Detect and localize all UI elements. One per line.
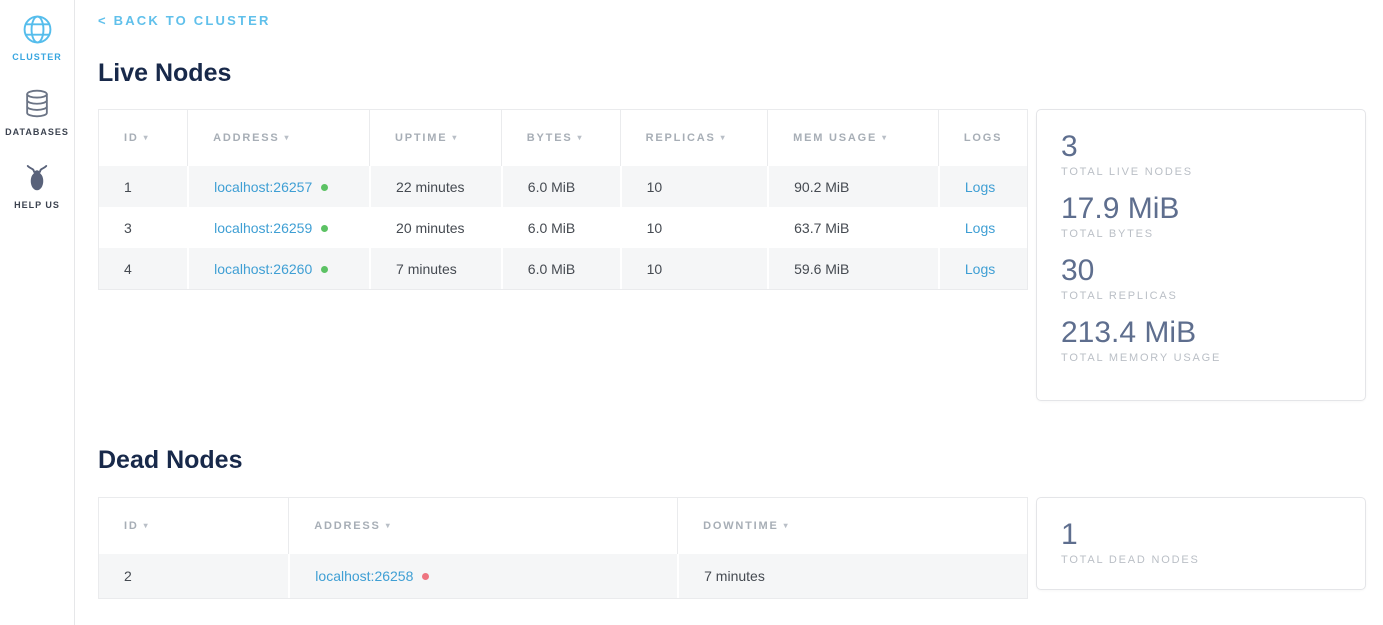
- column-header-bytes[interactable]: BYTES▾: [501, 110, 620, 166]
- back-to-cluster-link[interactable]: < BACK TO CLUSTER: [98, 13, 271, 29]
- sort-arrow-icon: ▾: [882, 133, 888, 142]
- sidebar: CLUSTER DATABASES HELP US: [0, 0, 75, 625]
- column-header-replicas[interactable]: REPLICAS▾: [620, 110, 768, 166]
- stat-label: TOTAL LIVE NODES: [1061, 166, 1341, 178]
- stat-label: TOTAL DEAD NODES: [1061, 554, 1341, 566]
- sort-arrow-icon: ▾: [144, 133, 150, 142]
- main-content: < BACK TO CLUSTER Live Nodes ID▾ ADDRESS…: [75, 0, 1383, 625]
- stat-label: TOTAL MEMORY USAGE: [1061, 352, 1341, 364]
- node-logs-cell: Logs: [938, 207, 1027, 248]
- sidebar-item-label: CLUSTER: [12, 52, 62, 62]
- node-uptime-cell: 20 minutes: [369, 207, 501, 248]
- node-id-cell: 4: [99, 248, 187, 289]
- table-header-row: ID▾ ADDRESS▾ UPTIME▾ BYTES▾ REPLICAS▾ ME…: [99, 110, 1027, 166]
- sort-arrow-icon: ▾: [144, 521, 150, 530]
- node-address-cell: localhost:26258: [288, 554, 677, 598]
- dead-nodes-summary-panel: 1 TOTAL DEAD NODES: [1036, 497, 1366, 590]
- stat-total-dead-nodes: 1 TOTAL DEAD NODES: [1061, 519, 1341, 566]
- stat-label: TOTAL REPLICAS: [1061, 290, 1341, 302]
- node-mem-usage-cell: 63.7 MiB: [767, 207, 938, 248]
- node-bytes-cell: 6.0 MiB: [501, 207, 620, 248]
- sort-arrow-icon: ▾: [452, 133, 458, 142]
- sort-arrow-icon: ▾: [386, 521, 392, 530]
- globe-icon: [22, 14, 53, 45]
- stat-value: 30: [1061, 255, 1341, 287]
- node-logs-link[interactable]: Logs: [965, 261, 995, 277]
- sort-arrow-icon: ▾: [577, 133, 583, 142]
- stat-total-memory-usage: 213.4 MiB TOTAL MEMORY USAGE: [1061, 317, 1341, 364]
- node-live-dot: [321, 225, 328, 232]
- node-downtime-cell: 7 minutes: [677, 554, 1027, 598]
- node-address-link[interactable]: localhost:26260: [214, 261, 312, 277]
- column-header-downtime[interactable]: DOWNTIME▾: [677, 498, 1027, 554]
- table-row: 3 localhost:26259 20 minutes 6.0 MiB 10 …: [99, 207, 1027, 248]
- column-header-id[interactable]: ID▾: [99, 110, 187, 166]
- stat-value: 1: [1061, 519, 1341, 551]
- node-bytes-cell: 6.0 MiB: [501, 248, 620, 289]
- node-address-cell: localhost:26257: [187, 166, 369, 207]
- node-address-link[interactable]: localhost:26257: [214, 179, 312, 195]
- column-header-mem-usage[interactable]: MEM USAGE▾: [767, 110, 938, 166]
- column-header-uptime[interactable]: UPTIME▾: [369, 110, 501, 166]
- stat-value: 17.9 MiB: [1061, 193, 1341, 225]
- node-address-cell: localhost:26259: [187, 207, 369, 248]
- live-nodes-table: ID▾ ADDRESS▾ UPTIME▾ BYTES▾ REPLICAS▾ ME…: [98, 109, 1028, 290]
- column-header-id[interactable]: ID▾: [99, 498, 288, 554]
- live-nodes-summary-panel: 3 TOTAL LIVE NODES 17.9 MiB TOTAL BYTES …: [1036, 109, 1366, 401]
- node-address-link[interactable]: localhost:26258: [315, 568, 413, 584]
- node-logs-cell: Logs: [938, 166, 1027, 207]
- node-address-link[interactable]: localhost:26259: [214, 220, 312, 236]
- databases-icon: [22, 88, 52, 120]
- node-replicas-cell: 10: [620, 248, 768, 289]
- dead-nodes-table-wrap: ID▾ ADDRESS▾ DOWNTIME▾ 2 localhost:26258…: [98, 497, 1028, 599]
- live-nodes-title: Live Nodes: [98, 59, 1366, 88]
- stat-total-replicas: 30 TOTAL REPLICAS: [1061, 255, 1341, 302]
- table-row: 1 localhost:26257 22 minutes 6.0 MiB 10 …: [99, 166, 1027, 207]
- stat-total-live-nodes: 3 TOTAL LIVE NODES: [1061, 131, 1341, 178]
- sidebar-item-cluster[interactable]: CLUSTER: [0, 14, 74, 62]
- live-nodes-section: ID▾ ADDRESS▾ UPTIME▾ BYTES▾ REPLICAS▾ ME…: [98, 109, 1366, 401]
- node-logs-link[interactable]: Logs: [965, 179, 995, 195]
- node-logs-cell: Logs: [938, 248, 1027, 289]
- sidebar-item-label: DATABASES: [5, 127, 69, 137]
- dead-nodes-section: ID▾ ADDRESS▾ DOWNTIME▾ 2 localhost:26258…: [98, 497, 1366, 599]
- node-uptime-cell: 22 minutes: [369, 166, 501, 207]
- node-dead-dot: [422, 573, 429, 580]
- stat-label: TOTAL BYTES: [1061, 228, 1341, 240]
- cockroach-bug-icon: [22, 163, 52, 193]
- stat-value: 3: [1061, 131, 1341, 163]
- node-id-cell: 2: [99, 554, 288, 598]
- stat-value: 213.4 MiB: [1061, 317, 1341, 349]
- node-mem-usage-cell: 90.2 MiB: [767, 166, 938, 207]
- column-header-address[interactable]: ADDRESS▾: [288, 498, 677, 554]
- node-id-cell: 3: [99, 207, 187, 248]
- node-mem-usage-cell: 59.6 MiB: [767, 248, 938, 289]
- table-row: 4 localhost:26260 7 minutes 6.0 MiB 10 5…: [99, 248, 1027, 289]
- sort-arrow-icon: ▾: [721, 133, 727, 142]
- live-nodes-table-wrap: ID▾ ADDRESS▾ UPTIME▾ BYTES▾ REPLICAS▾ ME…: [98, 109, 1028, 290]
- sort-arrow-icon: ▾: [285, 133, 291, 142]
- sidebar-item-databases[interactable]: DATABASES: [0, 88, 74, 137]
- node-id-cell: 1: [99, 166, 187, 207]
- dead-nodes-title: Dead Nodes: [98, 446, 1366, 475]
- dead-nodes-table: ID▾ ADDRESS▾ DOWNTIME▾ 2 localhost:26258…: [98, 497, 1028, 599]
- column-header-logs: LOGS: [938, 110, 1027, 166]
- table-header-row: ID▾ ADDRESS▾ DOWNTIME▾: [99, 498, 1027, 554]
- node-logs-link[interactable]: Logs: [965, 220, 995, 236]
- node-uptime-cell: 7 minutes: [369, 248, 501, 289]
- node-address-cell: localhost:26260: [187, 248, 369, 289]
- node-replicas-cell: 10: [620, 207, 768, 248]
- sidebar-item-label: HELP US: [14, 200, 60, 210]
- node-live-dot: [321, 266, 328, 273]
- stat-total-bytes: 17.9 MiB TOTAL BYTES: [1061, 193, 1341, 240]
- sidebar-item-help-us[interactable]: HELP US: [0, 163, 74, 210]
- table-row: 2 localhost:26258 7 minutes: [99, 554, 1027, 598]
- node-live-dot: [321, 184, 328, 191]
- column-header-address[interactable]: ADDRESS▾: [187, 110, 369, 166]
- node-replicas-cell: 10: [620, 166, 768, 207]
- sort-arrow-icon: ▾: [784, 521, 790, 530]
- node-bytes-cell: 6.0 MiB: [501, 166, 620, 207]
